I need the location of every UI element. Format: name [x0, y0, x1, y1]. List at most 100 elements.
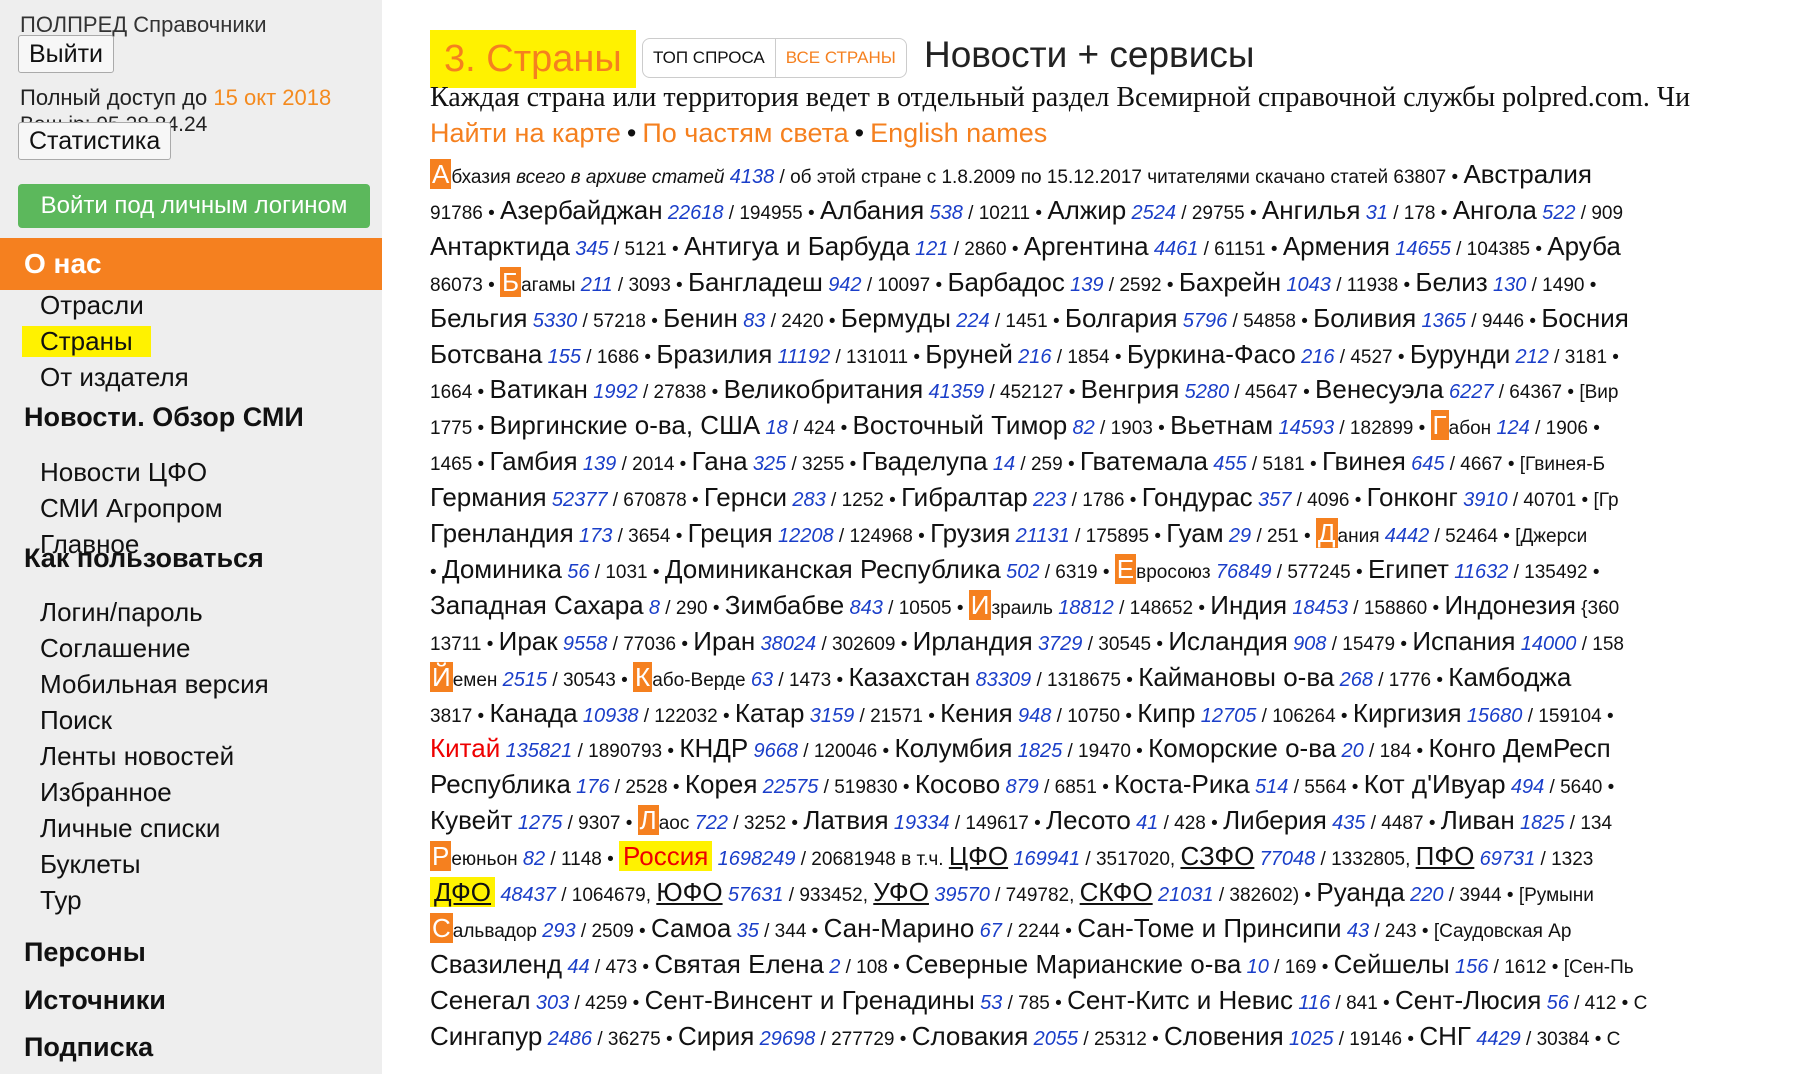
country-link[interactable]: Словения [1164, 1021, 1284, 1051]
country-link[interactable]: Австралия [1463, 159, 1591, 189]
article-count-link[interactable]: 83309 [976, 669, 1032, 691]
article-count-link[interactable]: 169941 [1013, 848, 1080, 870]
letter-index-badge[interactable]: Б [500, 266, 522, 297]
by-continent-link[interactable]: По частям света [642, 118, 848, 148]
country-link[interactable]: КНДР [679, 733, 748, 763]
article-count-link[interactable]: 1825 [1520, 812, 1565, 834]
article-count-link[interactable]: 11192 [778, 346, 831, 368]
country-link[interactable]: Гернси [704, 482, 787, 512]
letter-index-badge[interactable]: Д [1315, 518, 1338, 548]
country-link[interactable]: Косово [915, 769, 1000, 799]
country-link[interactable]: Ливан [1441, 805, 1515, 835]
country-link[interactable]: Доминиканская Республика [665, 554, 1001, 584]
country-link[interactable]: Словакия [912, 1021, 1029, 1051]
article-count-link[interactable]: 21131 [1016, 525, 1070, 547]
article-count-link[interactable]: 35 [737, 920, 759, 942]
sidebar-item[interactable]: Поиск [40, 705, 112, 736]
country-link[interactable]: Боливия [1313, 303, 1416, 333]
article-count-link[interactable]: 357 [1258, 489, 1291, 511]
country-link[interactable]: Китай [430, 733, 500, 763]
article-count-link[interactable]: 41359 [929, 381, 985, 403]
country-link[interactable]: Албания [820, 195, 924, 225]
article-count-link[interactable]: 82 [523, 848, 545, 870]
district-link[interactable]: ЦФО [949, 841, 1008, 871]
article-count-link[interactable]: 15680 [1467, 705, 1523, 727]
logout-button[interactable]: Выйти [18, 35, 115, 73]
district-link[interactable]: ДФО [430, 877, 496, 907]
article-count-link[interactable]: 19334 [894, 812, 950, 834]
article-count-link[interactable]: 176 [576, 776, 609, 798]
country-link[interactable]: Антарктида [430, 231, 570, 261]
country-link[interactable]: Зимбабве [725, 590, 844, 620]
article-count-link[interactable]: 124 [1496, 417, 1529, 439]
article-count-link[interactable]: 268 [1340, 669, 1373, 691]
article-count-link[interactable]: 9558 [563, 633, 608, 655]
article-count-link[interactable]: 8 [649, 597, 660, 619]
country-link[interactable]: Ботсвана [430, 339, 542, 369]
article-count-link[interactable]: 645 [1411, 453, 1444, 475]
article-count-link[interactable]: 156 [1455, 956, 1488, 978]
country-link[interactable]: Руанда [1316, 877, 1405, 907]
article-count-link[interactable]: 325 [753, 453, 786, 475]
district-link[interactable]: СЗФО [1180, 841, 1254, 871]
article-count-link[interactable]: 303 [536, 992, 569, 1014]
country-link[interactable]: Доминика [442, 554, 562, 584]
country-link[interactable]: Республика [430, 769, 571, 799]
country-link[interactable]: Россия [619, 841, 713, 872]
sidebar-item[interactable]: Страны [22, 326, 151, 357]
country-link[interactable]: Сингапур [430, 1021, 542, 1051]
article-count-link[interactable]: 5280 [1185, 381, 1230, 403]
country-link[interactable]: Святая Елена [654, 949, 824, 979]
letter-index-badge[interactable]: Е [1114, 553, 1137, 584]
article-count-link[interactable]: 843 [850, 597, 883, 619]
article-count-link[interactable]: 216 [1018, 346, 1051, 368]
article-count-link[interactable]: 56 [1547, 992, 1569, 1014]
country-link[interactable]: Армения [1283, 231, 1390, 261]
article-count-link[interactable]: 57631 [728, 884, 784, 906]
country-link[interactable]: Венгрия [1081, 374, 1180, 404]
article-count-link[interactable]: 908 [1293, 633, 1326, 655]
article-count-link[interactable]: 67 [980, 920, 1002, 942]
article-count-link[interactable]: 18 [766, 417, 788, 439]
country-link[interactable]: Казахстан [848, 662, 970, 692]
article-count-link[interactable]: 22575 [763, 776, 819, 798]
article-count-link[interactable]: 56 [567, 561, 589, 583]
article-count-link[interactable]: 948 [1018, 705, 1051, 727]
sidebar-section-title[interactable]: Подписка [24, 1032, 153, 1063]
sidebar-item[interactable]: Тур [40, 885, 82, 916]
country-link[interactable]: Кения [940, 698, 1013, 728]
country-link[interactable]: Коморские о-ва [1148, 733, 1336, 763]
article-count-link[interactable]: 345 [575, 238, 608, 260]
article-count-link[interactable]: 1043 [1286, 274, 1331, 296]
country-link[interactable]: Гана [692, 446, 748, 476]
country-link[interactable]: Буркина-Фасо [1127, 339, 1296, 369]
article-count-link[interactable]: 211 [581, 274, 613, 296]
article-count-link[interactable]: 2 [829, 956, 840, 978]
country-link[interactable]: Гватемала [1080, 446, 1208, 476]
article-count-link[interactable]: 216 [1301, 346, 1334, 368]
country-link[interactable]: Бангладеш [688, 267, 823, 297]
country-link[interactable]: Сейшелы [1334, 949, 1450, 979]
country-link[interactable]: Сан-Томе и Принсипи [1077, 913, 1341, 943]
sidebar-section-title[interactable]: Персоны [24, 937, 146, 968]
article-count-link[interactable]: 76849 [1216, 561, 1272, 583]
article-count-link[interactable]: 155 [548, 346, 581, 368]
article-count-link[interactable]: 29698 [760, 1028, 816, 1050]
country-link[interactable]: Камбоджа [1448, 662, 1571, 692]
sidebar-section-title[interactable]: О нас [0, 238, 382, 290]
article-count-link[interactable]: 41 [1136, 812, 1158, 834]
article-count-link[interactable]: 9668 [753, 740, 798, 762]
country-link[interactable]: Ангола [1453, 195, 1537, 225]
statistics-button[interactable]: Статистика [18, 122, 172, 160]
article-count-link[interactable]: 173 [579, 525, 612, 547]
article-count-link[interactable]: 942 [828, 274, 861, 296]
sidebar-item[interactable]: Соглашение [40, 633, 190, 664]
country-link[interactable]: Сент-Китс и Невис [1067, 985, 1293, 1015]
country-link[interactable]: Кипр [1137, 698, 1195, 728]
country-link[interactable]: Гамбия [489, 446, 577, 476]
country-link[interactable]: Ангилья [1262, 195, 1361, 225]
letter-index-badge[interactable]: Р [430, 841, 452, 872]
article-count-link[interactable]: 83 [743, 310, 765, 332]
country-link[interactable]: Иран [693, 626, 755, 656]
article-count-link[interactable]: 4138 [730, 166, 775, 188]
